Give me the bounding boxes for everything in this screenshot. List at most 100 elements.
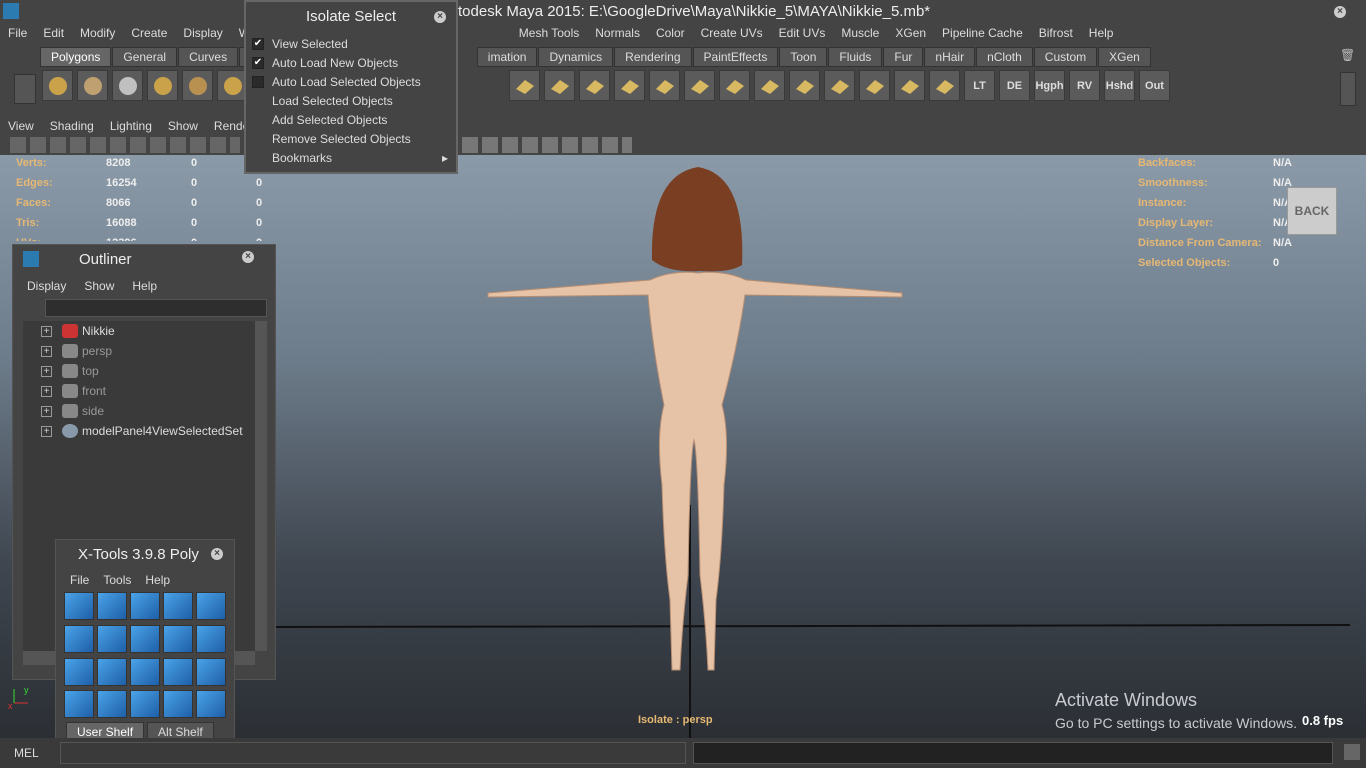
shelf-tool-icon[interactable] — [182, 70, 213, 101]
shelf-text-icon-rv[interactable]: RV — [1069, 70, 1100, 101]
shelf-tool-icon[interactable] — [42, 70, 73, 101]
menu-file[interactable]: File — [0, 26, 35, 40]
isolate-item-add-selected-objects[interactable]: Add Selected Objects — [252, 110, 448, 129]
outliner-close-icon[interactable]: × — [242, 251, 254, 263]
isolate-item-bookmarks[interactable]: Bookmarks ▸ — [252, 148, 448, 167]
menu-muscle[interactable]: Muscle — [833, 26, 887, 40]
menu-edit[interactable]: Edit — [35, 26, 72, 40]
outliner-search-input[interactable] — [45, 299, 267, 317]
menu-bifrost[interactable]: Bifrost — [1031, 26, 1081, 40]
panel-menu-view[interactable]: View — [0, 119, 42, 133]
xtools-tool-icon[interactable] — [97, 690, 127, 719]
expand-plus-icon[interactable]: + — [41, 325, 52, 337]
xtools-close-icon[interactable]: × — [211, 548, 223, 560]
menu-create[interactable]: Create — [123, 26, 175, 40]
xtools-tool-icon[interactable] — [196, 592, 226, 620]
shelf-tool-icon[interactable] — [544, 70, 575, 101]
outliner-row[interactable]: + persp — [23, 341, 255, 361]
expand-plus-icon[interactable]: + — [41, 365, 52, 377]
script-editor-icon[interactable] — [1344, 744, 1360, 760]
shelf-tool-icon[interactable] — [112, 70, 143, 101]
xtools-menu-help[interactable]: Help — [145, 573, 170, 587]
menu-xgen[interactable]: XGen — [887, 26, 934, 40]
outliner-row[interactable]: + front — [23, 381, 255, 401]
isolate-item-auto-load-new-objects[interactable]: ✔ Auto Load New Objects — [252, 53, 448, 72]
shelf-tab-nhair[interactable]: nHair — [924, 47, 976, 67]
shelf-tab-fur[interactable]: Fur — [883, 47, 924, 67]
shelf-text-icon-hgph[interactable]: Hgph — [1034, 70, 1065, 101]
shelf-text-icon-hshd[interactable]: Hshd — [1104, 70, 1135, 101]
shelf-tool-icon[interactable] — [754, 70, 785, 101]
xtools-tool-icon[interactable] — [97, 624, 127, 653]
xtools-tool-icon[interactable] — [64, 592, 94, 620]
shelf-tool-icon[interactable] — [894, 70, 925, 101]
expand-plus-icon[interactable]: + — [41, 385, 52, 397]
shelf-tool-icon[interactable] — [509, 70, 540, 101]
xtools-tool-icon[interactable] — [163, 624, 193, 653]
xtools-tool-icon[interactable] — [130, 592, 160, 620]
xtools-tool-icon[interactable] — [64, 690, 94, 719]
outliner-row[interactable]: + side — [23, 401, 255, 421]
xtools-menu-file[interactable]: File — [70, 573, 89, 587]
shelf-tool-icon[interactable] — [579, 70, 610, 101]
xtools-tool-icon[interactable] — [64, 624, 94, 653]
xtools-tool-icon[interactable] — [196, 624, 226, 653]
panel-menu-shading[interactable]: Shading — [42, 119, 102, 133]
shelf-text-icon-de[interactable]: DE — [999, 70, 1030, 101]
shelf-tool-icon[interactable] — [147, 70, 178, 101]
shelf-tab-painteffects[interactable]: PaintEffects — [692, 47, 779, 67]
xtools-tool-icon[interactable] — [196, 690, 226, 719]
view-cube-back[interactable]: BACK — [1287, 187, 1337, 235]
shelf-tab-imation[interactable]: imation — [476, 47, 538, 67]
shelf-tool-icon[interactable] — [859, 70, 890, 101]
menu-mesh-tools[interactable]: Mesh Tools — [511, 26, 587, 40]
shelf-tab-fluids[interactable]: Fluids — [828, 47, 883, 67]
shelf-tab-rendering[interactable]: Rendering — [614, 47, 692, 67]
xtools-tool-icon[interactable] — [97, 657, 127, 686]
xtools-tool-icon[interactable] — [163, 690, 193, 719]
shelf-text-icon-out[interactable]: Out — [1139, 70, 1170, 101]
outliner-row[interactable]: + modelPanel4ViewSelectedSet — [23, 421, 255, 441]
xtools-tool-icon[interactable] — [97, 592, 127, 620]
xtools-tool-icon[interactable] — [130, 624, 160, 653]
menu-display[interactable]: Display — [175, 26, 230, 40]
xtools-tool-icon[interactable] — [163, 657, 193, 686]
outliner-menu-show[interactable]: Show — [84, 279, 114, 293]
panel-toolbar-icons[interactable] — [10, 137, 240, 153]
shelf-tab-ncloth[interactable]: nCloth — [976, 47, 1033, 67]
panel-toolbar-icons-right[interactable] — [462, 137, 632, 153]
menu-normals[interactable]: Normals — [587, 26, 648, 40]
isolate-item-view-selected[interactable]: ✔ View Selected — [252, 34, 448, 53]
shelf-tool-icon[interactable] — [789, 70, 820, 101]
shelf-tab-toon[interactable]: Toon — [779, 47, 828, 67]
menu-edit-uvs[interactable]: Edit UVs — [771, 26, 834, 40]
expand-plus-icon[interactable]: + — [41, 425, 52, 437]
expand-plus-icon[interactable]: + — [41, 345, 52, 357]
shelf-tool-icon[interactable] — [684, 70, 715, 101]
expand-plus-icon[interactable]: + — [41, 405, 52, 417]
shelf-tool-icon[interactable] — [614, 70, 645, 101]
shelf-tool-icon[interactable] — [77, 70, 108, 101]
xtools-menu-tools[interactable]: Tools — [103, 573, 131, 587]
menu-modify[interactable]: Modify — [72, 26, 123, 40]
shelf-tool-icon[interactable] — [929, 70, 960, 101]
shelf-tool-icon[interactable] — [719, 70, 750, 101]
shelf-tab-xgen[interactable]: XGen — [1098, 47, 1151, 67]
shelf-trash-icon[interactable]: 🗑 — [1340, 48, 1358, 66]
shelf-text-icon-lt[interactable]: LT — [964, 70, 995, 101]
shelf-tab-custom[interactable]: Custom — [1033, 47, 1098, 67]
panel-menu-lighting[interactable]: Lighting — [102, 119, 160, 133]
command-input[interactable] — [60, 742, 686, 764]
outliner-row[interactable]: + Nikkie — [23, 321, 255, 341]
shelf-scroll-arrows[interactable] — [1340, 72, 1356, 106]
shelf-tab-polygons[interactable]: Polygons — [40, 47, 112, 67]
isolate-close-icon[interactable]: × — [434, 11, 446, 23]
menu-pipeline-cache[interactable]: Pipeline Cache — [934, 26, 1031, 40]
shelf-tab-curves[interactable]: Curves — [178, 47, 239, 67]
xtools-tool-icon[interactable] — [130, 657, 160, 686]
isolate-item-remove-selected-objects[interactable]: Remove Selected Objects — [252, 129, 448, 148]
isolate-item-auto-load-selected-objects[interactable]: Auto Load Selected Objects — [252, 72, 448, 91]
mel-label[interactable]: MEL — [14, 746, 39, 760]
outliner-row[interactable]: + top — [23, 361, 255, 381]
xtools-tool-icon[interactable] — [64, 657, 94, 686]
